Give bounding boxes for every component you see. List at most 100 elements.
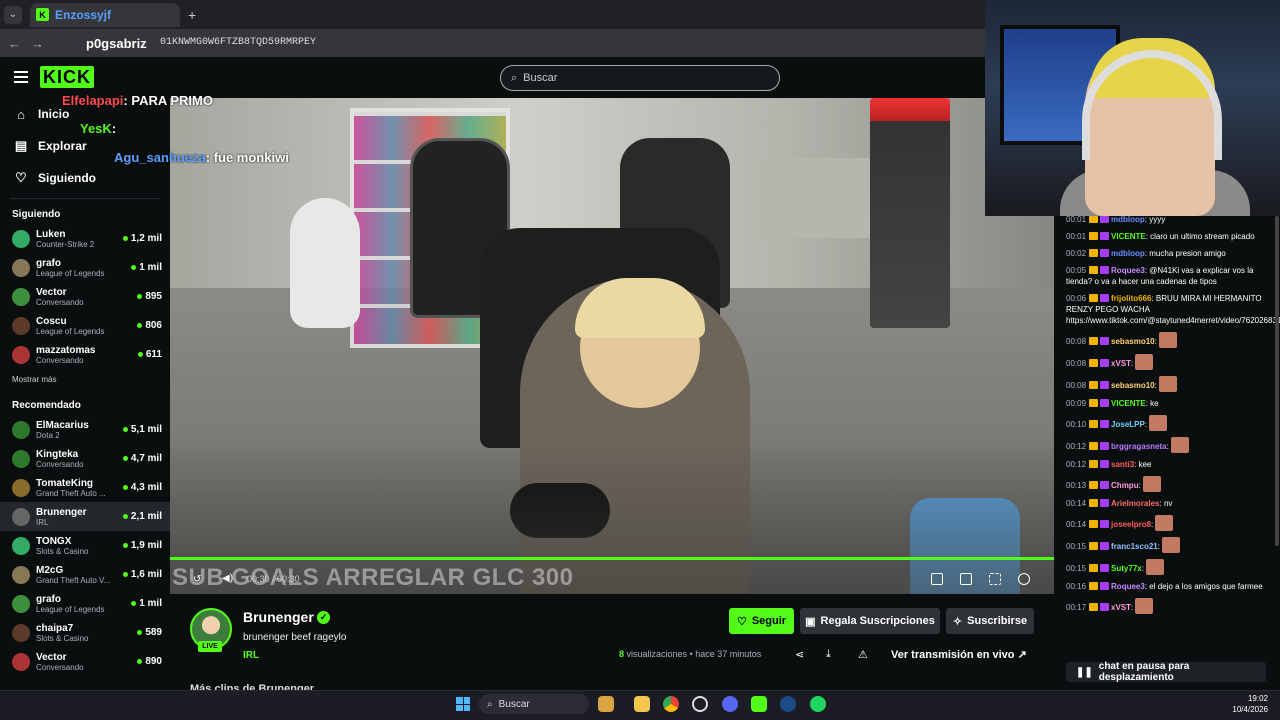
chat-username[interactable]: santi3 [1111,460,1134,469]
sidebar-channel-grafo[interactable]: grafo League of Legends 1 mil [0,589,170,618]
channel-viewers: 806 [137,320,162,331]
video-progress-bar[interactable] [170,557,1054,560]
chat-username[interactable]: Chmpu [1111,481,1139,490]
subscribe-button[interactable]: ✧ Suscribirse [946,608,1034,634]
show-more-link[interactable]: Mostrar más [0,369,170,390]
app-icon[interactable] [692,696,708,712]
channel-name: Vector [36,651,67,663]
back-icon[interactable]: ← [8,36,21,51]
forward-icon[interactable]: → [31,36,44,51]
file-explorer-icon[interactable] [634,696,650,712]
search-input[interactable]: ⌕ Buscar [500,65,780,91]
chat-username[interactable]: mdbloop [1111,216,1145,224]
sidebar-channel-tongx[interactable]: TONGX Slots & Casino 1,9 mil [0,531,170,560]
chat-paused-banner[interactable]: ❚❚ chat en pausa para desplazamiento [1066,661,1266,683]
steam-icon[interactable] [780,696,796,712]
sidebar-channel-kingteka[interactable]: Kingteka Conversando 4,7 mil [0,444,170,473]
sidebar-channel-vector[interactable]: Vector Conversando 890 [0,647,170,676]
watch-live-link[interactable]: Ver transmisión en vivo ↗ [891,648,1027,661]
spotify-icon[interactable] [810,696,826,712]
chat-username[interactable]: frijolito666 [1111,294,1151,303]
sidebar-channel-coscu[interactable]: Coscu League of Legends 806 [0,311,170,340]
chat-username[interactable]: Arielmorales [1111,499,1159,508]
channel-viewers: 1,6 mil [123,569,162,580]
channel-info: Brunenger IRL [36,507,123,527]
chat-text: : [1154,337,1157,346]
chat-username[interactable]: VICENTE [1111,399,1146,408]
sidebar-channel-luken[interactable]: Luken Counter-Strike 2 1,2 mil [0,224,170,253]
sidebar-channel-brunenger[interactable]: Brunenger IRL 2,1 mil [0,502,170,531]
stream-category[interactable]: IRL [243,650,259,661]
chat-text: : el dejo a los amigos que farmee [1144,582,1263,591]
chat-username[interactable]: xVST [1111,359,1131,368]
report-warning-icon[interactable]: ⚠ [858,648,868,661]
kick-logo[interactable]: KICK [40,66,94,88]
subscriber-badge-icon [1089,232,1099,240]
sidebar-channel-chaipa7[interactable]: chaipa7 Slots & Casino 589 [0,618,170,647]
theater-mode-icon[interactable] [960,573,972,585]
stream-title: brunenger beef rageylo [243,632,347,643]
chat-username[interactable]: Suty77x [1111,564,1142,573]
follow-button[interactable]: ♡ Seguir [729,608,794,634]
channel-category: Slots & Casino [36,633,89,643]
windows-start-icon[interactable] [456,697,470,711]
search-icon: ⌕ [487,698,493,710]
chat-username[interactable]: brggragasneta [1111,442,1167,451]
chat-username[interactable]: sebasmo10 [1111,381,1155,390]
video-frame-sofa [760,158,880,238]
chat-username[interactable]: Roquee3 [1111,582,1145,591]
chat-username[interactable]: VICENTE [1111,232,1146,241]
address-url[interactable]: 01KNWMG0W6FTZB8TQD59RMRPEY [160,37,316,48]
new-tab-icon[interactable]: + [188,7,196,23]
streamer-name[interactable]: Brunenger [243,609,314,625]
discord-icon[interactable] [722,696,738,712]
chat-username[interactable]: JoseLPP [1111,420,1145,429]
chat-scrollbar[interactable] [1275,216,1279,546]
sidebar-channel-mazzatomas[interactable]: mazzatomas Conversando 611 [0,340,170,369]
chat-emote-icon [1158,376,1177,392]
download-icon[interactable]: ⤓ [826,648,831,661]
browser-tab[interactable]: K Enzossyjf [30,2,180,27]
settings-gear-icon[interactable] [1018,573,1030,585]
chat-message: 00:16 Roquee3: el dejo a los amigos que f… [1054,578,1280,595]
chat-message: 00:14 Arielmorales: nv [1054,495,1280,512]
chat-timestamp: 00:08 [1066,381,1087,390]
chat-badge-icon [1100,460,1110,468]
chat-username[interactable]: mdbloop [1111,249,1145,258]
nav-explore-label: Explorar [38,139,87,153]
channel-category: Conversando [36,662,84,672]
fullscreen-icon[interactable] [989,573,1001,585]
chat-username[interactable]: sebasmo10 [1111,337,1155,346]
video-player[interactable] [170,98,1054,594]
tab-list-chevron-icon[interactable]: ⌄ [4,5,22,24]
chat-username[interactable]: joseelpro8 [1111,520,1151,529]
video-frame-plush [290,198,360,328]
chat-text: : kee [1134,460,1152,469]
gift-subs-button[interactable]: ▣ Regala Suscripciones [800,608,940,634]
chat-timestamp: 00:17 [1066,603,1087,612]
chrome-icon[interactable] [663,696,679,712]
sidebar-channel-elmacarius[interactable]: ElMacarius Dota 2 5,1 mil [0,415,170,444]
star-icon: ✧ [952,615,963,628]
chat-username[interactable]: Roquee3 [1111,266,1145,275]
replay-icon[interactable]: ↺ [193,574,201,585]
chat-message: 00:01 mdbloop: yyyy [1054,216,1280,228]
sidebar-channel-tomateking[interactable]: TomateKing Grand Theft Auto ... 4,3 mil [0,473,170,502]
pip-icon[interactable] [931,573,943,585]
share-icon[interactable]: ⋖ [795,648,804,661]
sidebar-channel-vector[interactable]: Vector Conversando 895 [0,282,170,311]
channel-info: grafo League of Legends [36,594,131,614]
nav-following[interactable]: ♡ Siguiendo [0,162,170,194]
chat-panel: 00:01 mdbloop: yyyy 00:01 VICENTE: claro un… [1054,216,1280,690]
kick-taskbar-icon[interactable] [751,696,767,712]
sidebar-channel-grafo[interactable]: grafo League of Legends 1 mil [0,253,170,282]
taskbar-search[interactable]: ⌕ Buscar [479,694,589,714]
hamburger-menu-icon[interactable] [14,71,28,83]
volume-icon[interactable]: ◀) [222,573,233,584]
chat-username[interactable]: franc1sco21 [1111,542,1158,551]
chat-username[interactable]: xVST [1111,603,1131,612]
channel-avatar [12,478,30,497]
chat-text: : [1141,564,1144,573]
sidebar-channel-m2cg[interactable]: M2cG Grand Theft Auto V... 1,6 mil [0,560,170,589]
taskbar-widget-icon[interactable] [598,696,614,712]
